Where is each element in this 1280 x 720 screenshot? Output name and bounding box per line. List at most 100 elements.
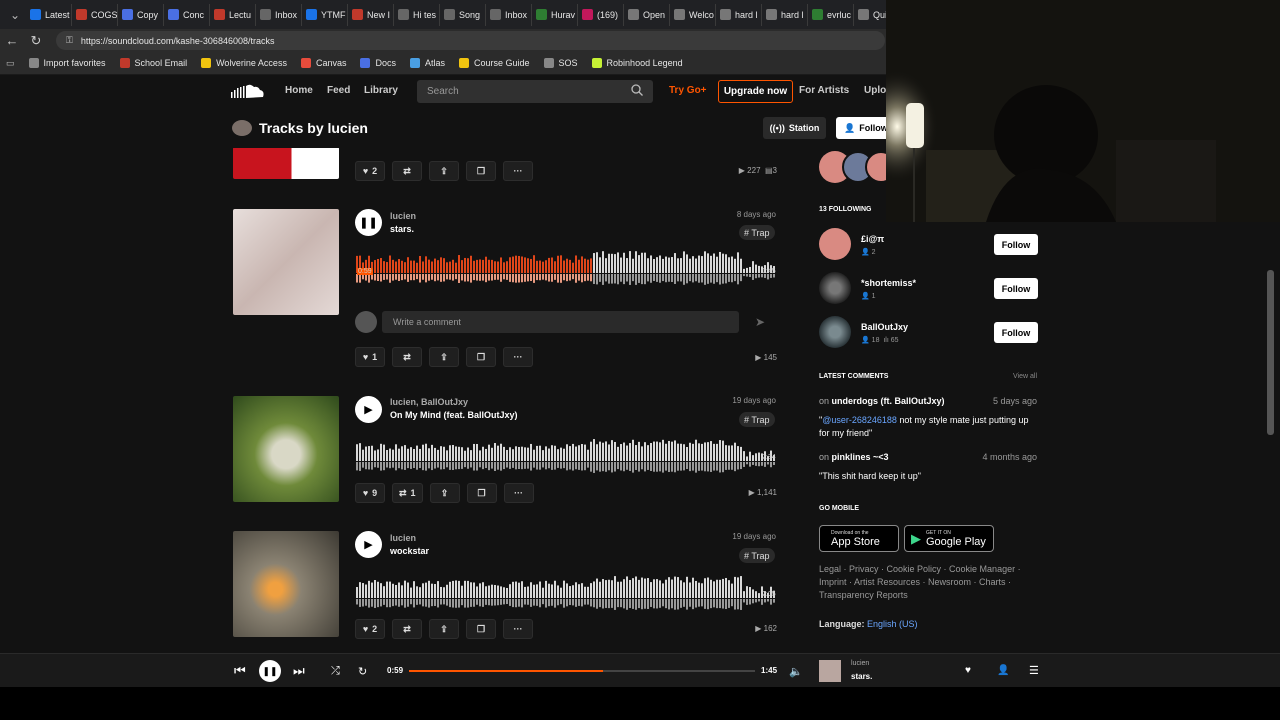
browser-tab[interactable]: Song: [440, 3, 486, 26]
follow-button[interactable]: Follow: [994, 234, 1038, 255]
browser-tab[interactable]: Hurav: [532, 3, 578, 26]
comment-track-link[interactable]: underdogs (ft. BallOutJxy): [832, 396, 945, 406]
browser-tab[interactable]: evrluc: [808, 3, 854, 26]
share-button[interactable]: ⇪: [429, 347, 459, 367]
queue-icon[interactable]: ☰: [1029, 664, 1039, 677]
back-icon[interactable]: ←: [0, 33, 24, 48]
share-button[interactable]: ⇪: [429, 483, 460, 503]
pause-button[interactable]: ❚❚: [355, 209, 382, 236]
track-title[interactable]: wockstar: [390, 546, 429, 556]
bookmark-item[interactable]: Docs: [360, 58, 396, 68]
progress-bar[interactable]: [409, 670, 755, 672]
for-artists-link[interactable]: For Artists: [799, 85, 849, 96]
waveform[interactable]: [356, 243, 776, 289]
volume-icon[interactable]: 🔈: [789, 665, 803, 678]
genre-tag[interactable]: # Trap: [739, 225, 775, 240]
copy-link-button[interactable]: ❐: [466, 619, 496, 639]
now-playing-title[interactable]: stars.: [851, 672, 872, 681]
station-button[interactable]: ((•)) Station: [763, 117, 826, 139]
browser-tab[interactable]: COGS: [72, 3, 118, 26]
track-artwork[interactable]: [233, 209, 339, 315]
try-go-plus-link[interactable]: Try Go+: [669, 85, 707, 96]
search-icon[interactable]: [631, 84, 643, 96]
following-name[interactable]: BallOutJxy: [861, 322, 908, 332]
scrollbar[interactable]: [1267, 270, 1274, 435]
reading-list-icon[interactable]: ▭: [6, 58, 15, 69]
follow-button[interactable]: Follow: [994, 322, 1038, 343]
now-playing-artwork[interactable]: [819, 660, 841, 682]
browser-tab[interactable]: Latest: [26, 3, 72, 26]
follow-button[interactable]: Follow: [994, 278, 1038, 299]
browser-tab[interactable]: Conc: [164, 3, 210, 26]
send-icon[interactable]: ➤: [743, 311, 777, 333]
more-button[interactable]: ···: [503, 483, 534, 503]
upgrade-now-button[interactable]: Upgrade now: [718, 80, 793, 103]
repost-button[interactable]: ⇄: [392, 619, 422, 639]
url-field[interactable]: ⚿ https://soundcloud.com/kashe-306846008…: [56, 31, 885, 50]
browser-tab[interactable]: (169): [578, 3, 624, 26]
repost-button[interactable]: ⇄ 1: [392, 483, 423, 503]
like-button[interactable]: ♥ 2: [355, 161, 385, 181]
following-name[interactable]: £i@π: [861, 234, 884, 244]
browser-tab[interactable]: Copy: [118, 3, 164, 26]
browser-tab[interactable]: hard l: [762, 3, 808, 26]
browser-tab[interactable]: hard l: [716, 3, 762, 26]
like-button[interactable]: ♥ 9: [355, 483, 385, 503]
follow-user-icon[interactable]: 👤: [997, 665, 1009, 676]
more-button[interactable]: ···: [503, 347, 533, 367]
like-button[interactable]: ♥ 2: [355, 619, 385, 639]
browser-tab[interactable]: Inbox: [486, 3, 532, 26]
waveform[interactable]: [356, 431, 776, 477]
genre-tag[interactable]: # Trap: [739, 412, 775, 427]
avatar[interactable]: [232, 120, 252, 136]
pause-button[interactable]: ❚❚: [259, 660, 281, 682]
track-title[interactable]: stars.: [390, 224, 414, 234]
repeat-icon[interactable]: ↻: [358, 665, 367, 678]
shuffle-icon[interactable]: ⤮: [331, 665, 340, 678]
browser-tab[interactable]: YTMF: [302, 3, 348, 26]
copy-link-button[interactable]: ❐: [466, 347, 496, 367]
comment-track-link[interactable]: pinklines ~<3: [832, 452, 889, 462]
browser-tab[interactable]: Inbox: [256, 3, 302, 26]
next-icon[interactable]: ⏭: [293, 663, 305, 679]
following-avatar[interactable]: [819, 272, 851, 304]
track-artist[interactable]: lucien, BallOutJxy: [390, 397, 468, 407]
view-all-link[interactable]: View all: [1013, 373, 1037, 380]
track-artist[interactable]: lucien: [390, 211, 416, 221]
following-avatar[interactable]: [819, 316, 851, 348]
language-link[interactable]: English (US): [867, 619, 918, 629]
more-button[interactable]: ···: [503, 619, 533, 639]
soundcloud-logo-icon[interactable]: [231, 83, 265, 99]
site-info-icon[interactable]: ⚿: [66, 35, 73, 46]
latest-comments-header[interactable]: LATEST COMMENTS: [819, 373, 888, 380]
like-button[interactable]: ♥ 1: [355, 347, 385, 367]
heart-icon[interactable]: ♥: [965, 665, 971, 676]
play-button[interactable]: ▶: [355, 531, 382, 558]
browser-tab[interactable]: Hi tes: [394, 3, 440, 26]
bookmark-item[interactable]: Course Guide: [459, 58, 530, 68]
previous-icon[interactable]: ⏮: [234, 663, 246, 679]
bookmark-item[interactable]: Atlas: [409, 58, 445, 68]
genre-tag[interactable]: # Trap: [739, 548, 775, 563]
following-avatar[interactable]: [819, 228, 851, 260]
repost-button[interactable]: ⇄: [392, 161, 422, 181]
following-name[interactable]: *shortemiss*: [861, 278, 916, 288]
bookmark-item[interactable]: Canvas: [300, 58, 346, 68]
repost-button[interactable]: ⇄: [392, 347, 422, 367]
nav-library[interactable]: Library: [364, 85, 398, 96]
browser-tab[interactable]: Open: [624, 3, 670, 26]
following-header[interactable]: 13 FOLLOWING: [819, 206, 872, 213]
tab-list-icon[interactable]: ⌄: [4, 4, 26, 26]
mention-link[interactable]: @user-268246188: [822, 415, 897, 425]
bookmark-item[interactable]: Wolverine Access: [201, 58, 287, 68]
track-artist[interactable]: lucien: [390, 533, 416, 543]
reload-icon[interactable]: ↻: [24, 33, 48, 49]
search-input[interactable]: Search: [417, 80, 653, 103]
share-button[interactable]: ⇪: [429, 619, 459, 639]
browser-tab[interactable]: New I: [348, 3, 394, 26]
track-artwork[interactable]: [233, 396, 339, 502]
waveform[interactable]: [356, 568, 776, 614]
comment-input[interactable]: Write a comment: [382, 311, 739, 333]
bookmark-item[interactable]: Robinhood Legend: [591, 58, 683, 68]
google-play-badge[interactable]: ▶ GET IT ON Google Play: [904, 525, 994, 552]
